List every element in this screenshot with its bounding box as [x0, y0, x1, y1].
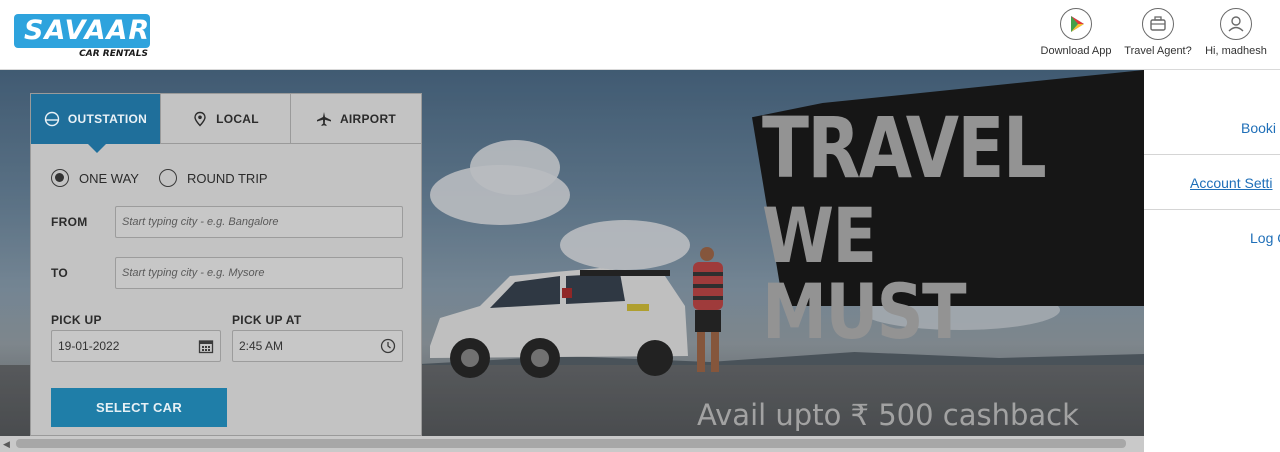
user-account-button[interactable]: Hi, madhesh: [1200, 8, 1272, 57]
airplane-icon: [316, 111, 331, 126]
pickup-date-input[interactable]: 19-01-2022: [51, 330, 221, 362]
user-greeting: Hi, madhesh: [1205, 45, 1267, 57]
active-tab-pointer: [88, 144, 106, 153]
travel-agent-button[interactable]: Travel Agent?: [1120, 8, 1196, 57]
pickup-time-input[interactable]: 2:45 AM: [232, 330, 403, 362]
logo-badge: SAVAARI: [14, 14, 160, 48]
to-city-input[interactable]: Start typing city - e.g. Mysore: [115, 257, 403, 289]
calendar-icon[interactable]: [198, 338, 214, 354]
booking-panel: OUTSTATION LOCAL AIRPORT ONE WAY ROUND T…: [30, 93, 422, 436]
pickup-date-value: 19-01-2022: [58, 339, 120, 353]
menu-logout-label[interactable]: Log O: [1250, 230, 1280, 246]
tab-local[interactable]: LOCAL: [161, 94, 291, 144]
from-label: FROM: [51, 215, 88, 229]
round-trip-radio[interactable]: [158, 169, 177, 187]
clock-icon[interactable]: [380, 338, 396, 354]
to-label: TO: [51, 266, 69, 280]
download-app-button[interactable]: Download App: [1036, 8, 1116, 57]
savaari-logo[interactable]: SAVAARI CAR RENTALS: [14, 14, 160, 60]
tab-local-label: LOCAL: [216, 111, 259, 126]
pickup-date-label: PICK UP: [51, 313, 102, 327]
menu-item-account-settings[interactable]: Account Setti: [1144, 155, 1280, 210]
top-header: SAVAARI CAR RENTALS Download App Travel …: [0, 0, 1280, 70]
menu-bookings-label[interactable]: Booki: [1241, 120, 1276, 136]
briefcase-icon: [1142, 8, 1174, 40]
trip-category-tabs: OUTSTATION LOCAL AIRPORT: [31, 94, 421, 144]
scrollbar-thumb[interactable]: [16, 439, 1126, 448]
logo-tagline: CAR RENTALS: [79, 49, 148, 59]
menu-item-logout[interactable]: Log O: [1144, 210, 1280, 265]
tab-outstation-label: OUTSTATION: [67, 112, 148, 126]
one-way-radio[interactable]: [51, 169, 69, 187]
car-front-icon: [44, 111, 60, 127]
scroll-left-arrow-icon[interactable]: ◀: [3, 439, 10, 450]
menu-item-bookings[interactable]: Booki: [1144, 70, 1280, 155]
from-city-input[interactable]: Start typing city - e.g. Bangalore: [115, 206, 403, 238]
one-way-label[interactable]: ONE WAY: [79, 171, 139, 186]
round-trip-label[interactable]: ROUND TRIP: [187, 171, 268, 186]
location-pin-icon: [194, 111, 206, 126]
tab-outstation[interactable]: OUTSTATION: [31, 94, 161, 144]
user-icon: [1220, 8, 1252, 40]
account-dropdown-menu: Booki Account Setti Log O: [1144, 70, 1280, 452]
pickup-time-value: 2:45 AM: [239, 339, 284, 353]
select-car-button[interactable]: SELECT CAR: [51, 388, 227, 427]
menu-account-settings-label[interactable]: Account Setti: [1190, 175, 1273, 191]
tab-airport-label: AIRPORT: [339, 111, 397, 126]
tab-airport[interactable]: AIRPORT: [291, 94, 421, 144]
trip-type-options: ONE WAY ROUND TRIP: [51, 169, 288, 187]
play-store-icon: [1060, 8, 1092, 40]
horizontal-scrollbar[interactable]: ◀: [0, 436, 1144, 452]
logo-wordmark: SAVAARI: [24, 15, 162, 46]
travel-agent-label: Travel Agent?: [1124, 45, 1192, 57]
pickup-time-label: PICK UP AT: [232, 313, 302, 327]
download-app-label: Download App: [1040, 45, 1112, 57]
